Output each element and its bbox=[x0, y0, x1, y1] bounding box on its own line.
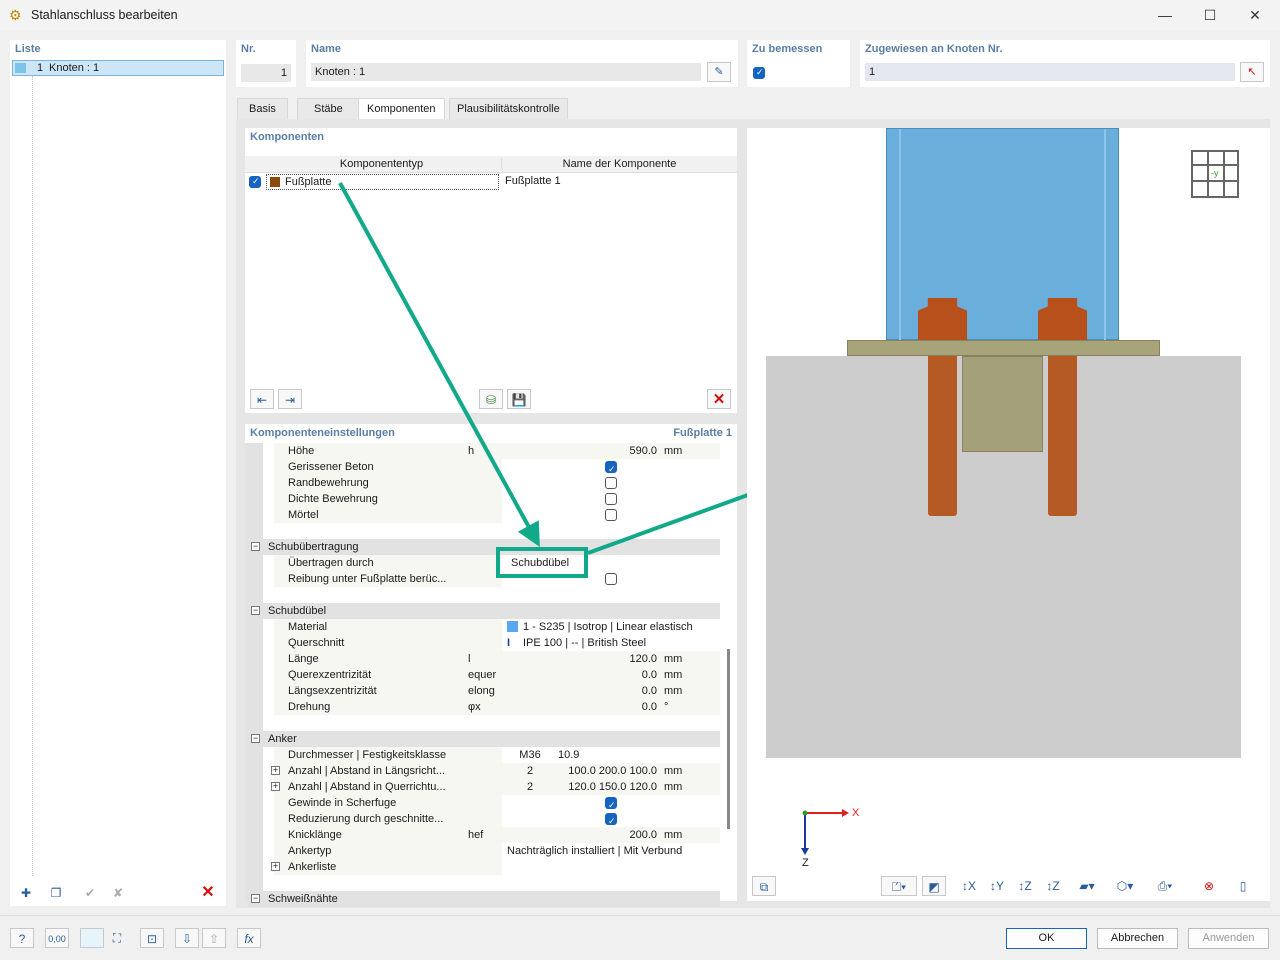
view-x-icon[interactable]: ↕X bbox=[957, 876, 981, 896]
annotation-highlight-box bbox=[496, 547, 588, 578]
view-minus-z-icon[interactable]: ↕Z bbox=[1041, 876, 1065, 896]
display-icon[interactable]: ◩ bbox=[922, 876, 946, 896]
help-icon[interactable]: ? bbox=[10, 928, 34, 948]
shear-key bbox=[962, 356, 1043, 452]
color-icon[interactable] bbox=[80, 928, 104, 948]
import-icon[interactable]: ⇧ bbox=[202, 928, 226, 948]
export-icon[interactable]: ⇩ bbox=[175, 928, 199, 948]
formula-icon[interactable]: fx bbox=[237, 928, 261, 948]
axis-x-label: X bbox=[852, 807, 860, 819]
view-minus-y-icon[interactable]: ↕Y bbox=[985, 876, 1009, 896]
units-icon[interactable]: 0,00 bbox=[45, 928, 69, 948]
axis-z-label: Z bbox=[802, 857, 809, 869]
annotation-arrow bbox=[338, 182, 540, 548]
cancel-button[interactable]: Abbrechen bbox=[1097, 928, 1178, 949]
steel-column bbox=[886, 128, 1119, 341]
anchor-bolt bbox=[1048, 356, 1077, 516]
render-mode-icon[interactable]: ▰▾ bbox=[1069, 876, 1105, 896]
view-icon[interactable]: ⊡ bbox=[140, 928, 164, 948]
view-z-icon[interactable]: ↕Z bbox=[1013, 876, 1037, 896]
view-cube-icon[interactable]: -y bbox=[1191, 150, 1239, 198]
ok-button[interactable]: OK bbox=[1006, 928, 1087, 949]
view-label: -y bbox=[1211, 168, 1219, 178]
values-toggle-icon[interactable]: ⏍▾ bbox=[881, 876, 917, 896]
model-icon[interactable]: ⛶ bbox=[105, 928, 129, 948]
base-plate bbox=[847, 340, 1160, 356]
anchor-bolt bbox=[928, 356, 957, 516]
reset-view-icon[interactable]: ⊗ bbox=[1197, 876, 1221, 896]
apply-button[interactable]: Anwenden bbox=[1188, 928, 1269, 949]
panel-toggle-icon[interactable]: ▯ bbox=[1231, 876, 1255, 896]
iso-view-icon[interactable]: ⬡▾ bbox=[1107, 876, 1143, 896]
print-icon[interactable]: ⎙▾ bbox=[1147, 876, 1183, 896]
view-options-icon[interactable]: ⧉ bbox=[752, 876, 776, 896]
3d-view[interactable]: -y X Z ⧉ ⏍▾ ◩ ↕X ↕Y ↕Z ↕Z ▰▾ ⬡▾ ⎙▾ ⊗ ▯ bbox=[747, 128, 1270, 901]
